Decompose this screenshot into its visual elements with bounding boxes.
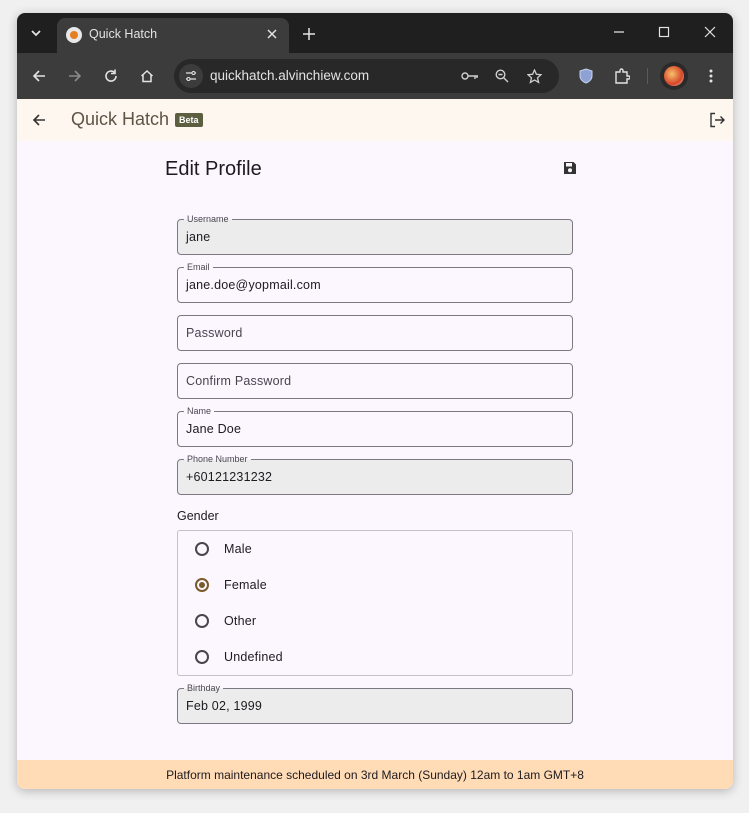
gender-option-label: Other	[224, 614, 257, 628]
shield-extension-icon[interactable]	[573, 63, 599, 89]
gender-option-male[interactable]: Male	[178, 531, 572, 567]
favicon-icon	[66, 27, 82, 43]
close-tab-icon[interactable]	[263, 25, 281, 43]
beta-badge: Beta	[175, 113, 203, 127]
gender-option-female[interactable]: Female	[178, 567, 572, 603]
browser-window: Quick Hatch quickhatch.alvinchiew.com Qu…	[17, 13, 733, 789]
browser-toolbar: quickhatch.alvinchiew.com	[17, 53, 733, 99]
tab-strip: Quick Hatch	[17, 13, 733, 53]
phone-number-field[interactable]: Phone Number +60121231232	[177, 453, 573, 495]
email-field[interactable]: Email jane.doe@yopmail.com	[177, 261, 573, 303]
gender-option-label: Undefined	[224, 650, 283, 664]
phone-number-label: Phone Number	[184, 453, 251, 465]
password-field[interactable]: Password	[177, 315, 573, 351]
maximize-icon[interactable]	[649, 19, 679, 45]
tab-title: Quick Hatch	[89, 27, 158, 41]
username-value: jane	[186, 230, 211, 244]
maintenance-banner-text: Platform maintenance scheduled on 3rd Ma…	[166, 767, 584, 782]
menu-dots-icon[interactable]	[698, 63, 724, 89]
email-label: Email	[184, 261, 213, 273]
minimize-icon[interactable]	[604, 19, 634, 45]
gender-option-label: Female	[224, 578, 267, 592]
app-back-icon[interactable]	[27, 108, 51, 132]
gender-label: Gender	[177, 509, 219, 523]
confirm-password-field[interactable]: Confirm Password	[177, 363, 573, 399]
address-bar[interactable]: quickhatch.alvinchiew.com	[174, 59, 559, 93]
new-tab-icon[interactable]	[297, 22, 321, 46]
save-icon[interactable]	[560, 158, 580, 178]
back-icon[interactable]	[26, 63, 52, 89]
extensions-puzzle-icon[interactable]	[609, 63, 635, 89]
app-bar: Quick Hatch Beta	[17, 99, 733, 141]
home-icon[interactable]	[134, 63, 160, 89]
radio-button[interactable]	[195, 542, 209, 556]
gender-option-other[interactable]: Other	[178, 603, 572, 639]
url-text: quickhatch.alvinchiew.com	[210, 68, 370, 83]
birthday-field[interactable]: Birthday Feb 02, 1999	[177, 682, 573, 724]
page-title: Edit Profile	[165, 158, 262, 180]
app-title: Quick Hatch	[71, 109, 170, 129]
name-field[interactable]: Name Jane Doe	[177, 405, 573, 447]
name-value: Jane Doe	[186, 422, 242, 436]
username-field[interactable]: Username jane	[177, 213, 573, 255]
confirm-password-placeholder: Confirm Password	[186, 374, 292, 388]
zoom-icon[interactable]	[492, 66, 512, 86]
logout-icon[interactable]	[705, 108, 729, 132]
name-label: Name	[184, 405, 215, 417]
tab-search-icon[interactable]	[23, 20, 49, 46]
toolbar-separator	[647, 68, 648, 84]
profile-avatar[interactable]	[660, 62, 688, 90]
site-info-icon[interactable]	[179, 64, 203, 88]
gender-radio-group: Male Female Other Undefined	[177, 530, 573, 676]
password-key-icon[interactable]	[460, 66, 480, 86]
radio-button-selected[interactable]	[195, 578, 209, 592]
phone-number-value: +60121231232	[186, 470, 273, 484]
close-window-icon[interactable]	[695, 19, 725, 45]
bookmark-star-icon[interactable]	[524, 66, 544, 86]
reload-icon[interactable]	[98, 63, 124, 89]
gender-option-label: Male	[224, 542, 252, 556]
username-label: Username	[184, 213, 232, 225]
birthday-label: Birthday	[184, 682, 224, 694]
gender-option-undefined[interactable]: Undefined	[178, 639, 572, 675]
maintenance-banner: Platform maintenance scheduled on 3rd Ma…	[17, 760, 733, 789]
birthday-value: Feb 02, 1999	[186, 699, 263, 713]
forward-icon[interactable]	[62, 63, 88, 89]
radio-button[interactable]	[195, 650, 209, 664]
radio-button[interactable]	[195, 614, 209, 628]
password-placeholder: Password	[186, 326, 243, 340]
active-tab[interactable]: Quick Hatch	[57, 18, 289, 53]
email-value: jane.doe@yopmail.com	[186, 278, 321, 292]
